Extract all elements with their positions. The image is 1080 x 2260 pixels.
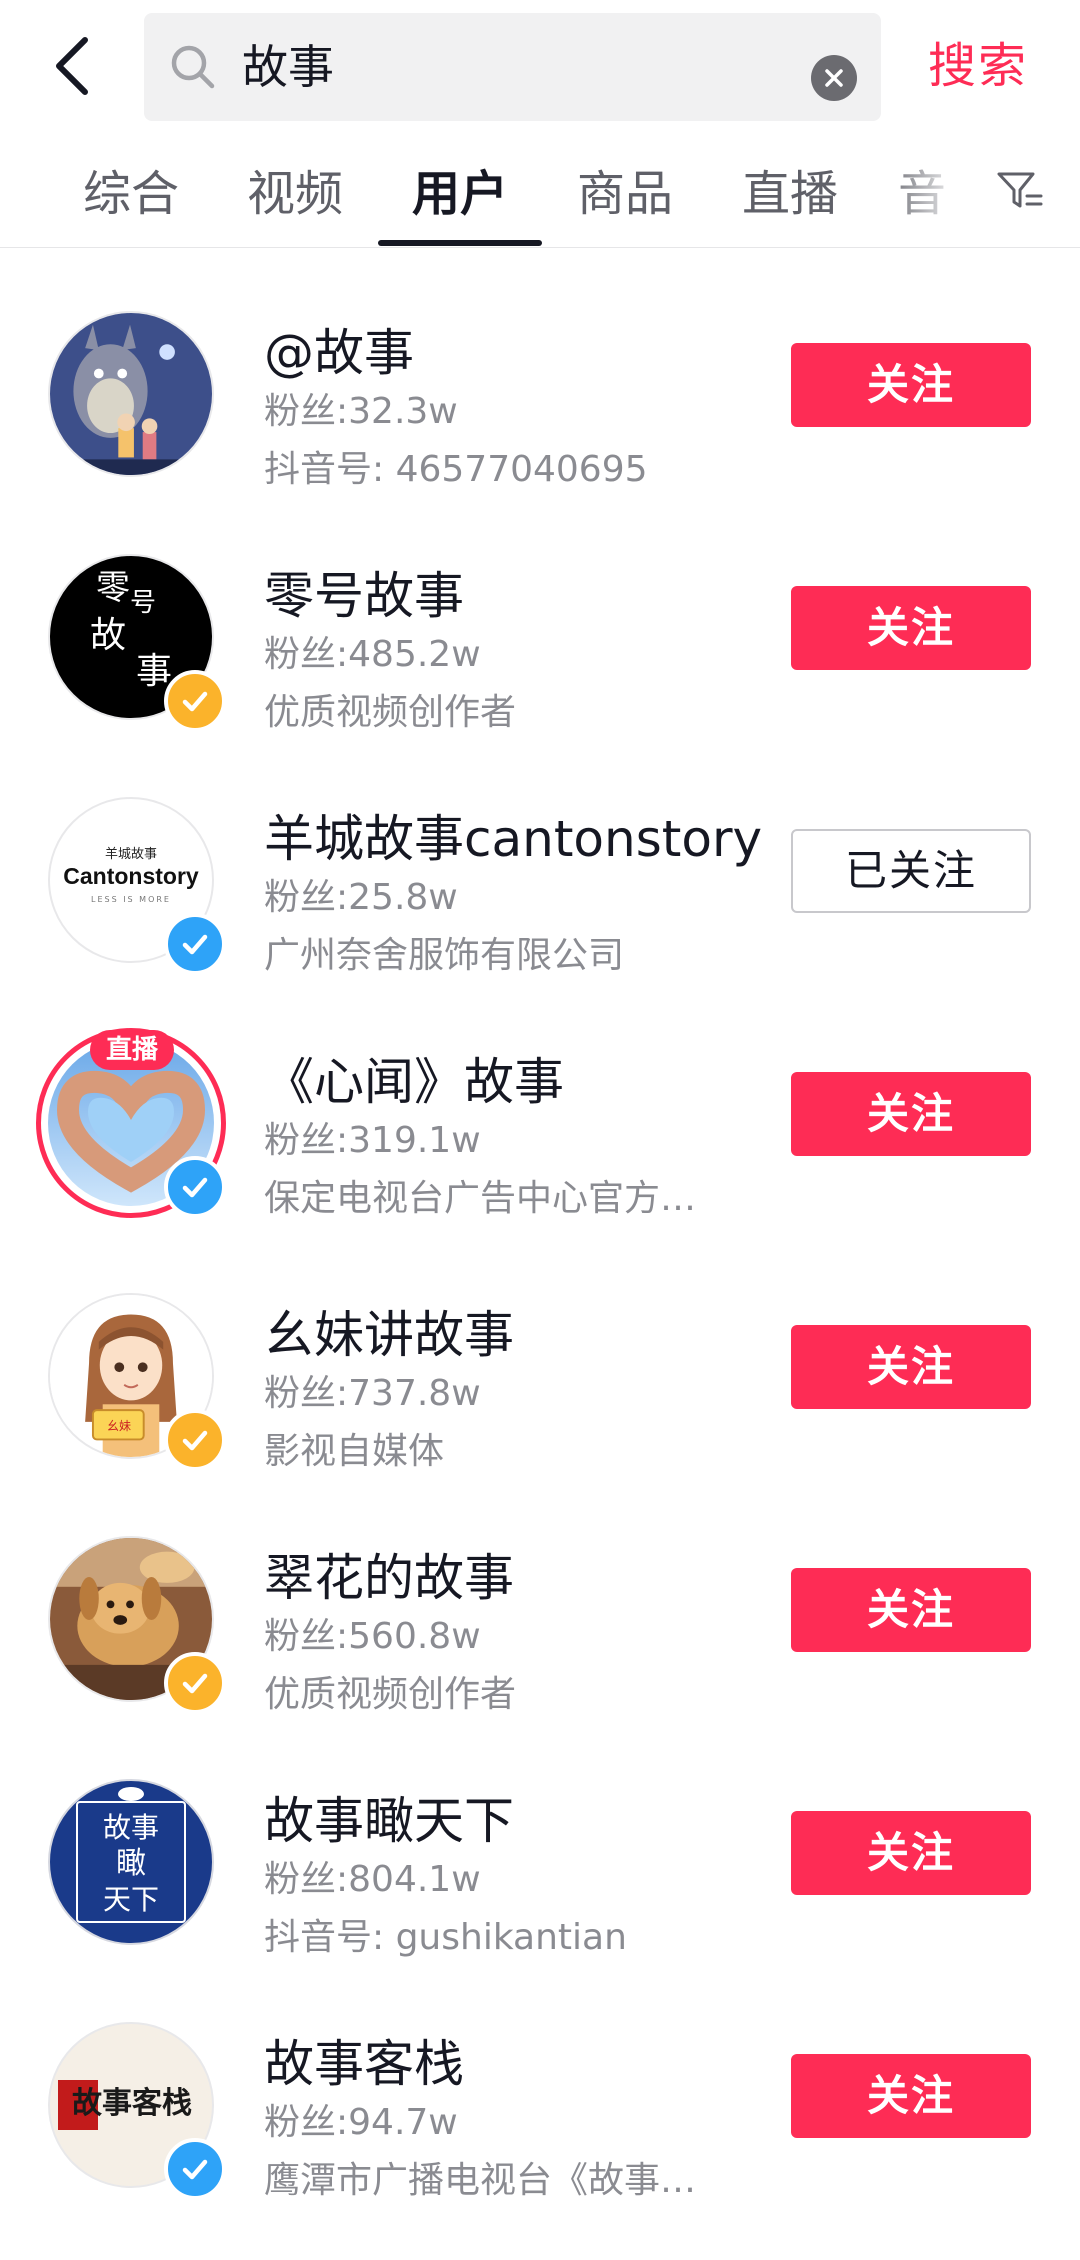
user-row[interactable]: 羊城故事 Cantonstory LESS IS MORE 羊城故事canton… (0, 771, 1080, 1014)
avatar-container[interactable]: 故事 瞰 天下 (48, 1779, 214, 1945)
tab-video[interactable]: 视频 (240, 140, 350, 248)
user-description: 保定电视台广告中心官方… (264, 1178, 697, 1219)
avatar-container[interactable] (48, 1536, 226, 1714)
user-description: 优质视频创作者 (264, 1674, 517, 1715)
user-row[interactable]: 零号 故 事 零号故事 粉丝:485.2w 优质视频创作者 关注 (0, 528, 1080, 771)
user-name: 翠花的故事 (264, 1549, 514, 1607)
user-row[interactable]: 故事客栈 故事客栈 粉丝:94.7w 鹰潭市广播电视台《故事… 关注 (0, 1996, 1080, 2239)
user-description: 鹰潭市广播电视台《故事… (264, 2160, 697, 2201)
verified-badge (164, 913, 226, 975)
check-icon (182, 1673, 208, 1694)
avatar-text: LESS IS MORE (90, 895, 171, 904)
live-badge: 直播 (90, 1030, 174, 1070)
user-name: 羊城故事cantonstory (264, 810, 763, 868)
follow-button[interactable]: 关注 (791, 343, 1031, 427)
user-description: 抖音号: 46577040695 (264, 449, 648, 490)
tab-live[interactable]: 直播 (735, 140, 845, 248)
avatar-container[interactable]: 零号 故 事 (48, 554, 226, 732)
avatar-container[interactable]: 直播 (36, 1028, 226, 1218)
fans-count: 粉丝:560.8w (264, 1616, 481, 1657)
follow-button[interactable]: 关注 (791, 1325, 1031, 1409)
totoro-avatar-image (50, 313, 212, 475)
user-name: 《心闻》故事 (264, 1053, 564, 1111)
follow-button[interactable]: 关注 (791, 2054, 1031, 2138)
avatar-container[interactable]: 羊城故事 Cantonstory LESS IS MORE (48, 797, 226, 975)
follow-button[interactable]: 关注 (791, 1568, 1031, 1652)
active-tab-indicator (378, 240, 542, 246)
user-name: 故事客栈 (264, 2035, 464, 2093)
user-description: 抖音号: gushikantian (264, 1917, 627, 1958)
follow-button[interactable]: 关注 (791, 1072, 1031, 1156)
check-icon (182, 1177, 208, 1198)
verified-badge (164, 2138, 226, 2200)
search-header: 故事 搜索 (0, 0, 1080, 135)
fans-count: 粉丝:804.1w (264, 1859, 481, 1900)
clear-icon (825, 69, 843, 87)
avatar-text: 天下 (102, 1883, 159, 1916)
chevron-left-icon (56, 37, 88, 95)
search-input[interactable]: 故事 (242, 13, 334, 121)
avatar-text: 故事 (102, 1811, 159, 1844)
avatar-text: 瞰 (116, 1846, 146, 1881)
avatar-text: 幺妹 (106, 1419, 131, 1433)
avatar-text: 零 (96, 568, 130, 608)
follow-button[interactable]: 关注 (791, 586, 1031, 670)
user-description: 广州奈舍服饰有限公司 (264, 935, 625, 976)
search-box[interactable]: 故事 (144, 13, 881, 121)
tab-comprehensive[interactable]: 综合 (76, 140, 186, 248)
verified-badge (164, 1652, 226, 1714)
avatar-container[interactable]: 故事客栈 (48, 2022, 226, 2200)
fans-count: 粉丝:94.7w (264, 2102, 458, 2143)
avatar-text: 号 (130, 588, 157, 618)
avatar-text: 故事客栈 (72, 2086, 192, 2121)
avatar-container[interactable]: 幺妹 (48, 1293, 226, 1471)
user-name: 故事瞰天下 (264, 1792, 514, 1850)
check-icon (182, 691, 208, 712)
tab-users[interactable]: 用户 (405, 140, 515, 248)
user-description: 影视自媒体 (264, 1431, 445, 1472)
avatar-text: 羊城故事 (104, 847, 157, 862)
search-button[interactable]: 搜索 (928, 28, 1028, 104)
avatar-text: Cantonstory (63, 863, 199, 889)
avatar: 故事 瞰 天下 (48, 1779, 214, 1945)
check-icon (182, 1430, 208, 1451)
user-name: @故事 (264, 324, 414, 382)
tab-goods[interactable]: 商品 (570, 140, 680, 248)
following-button[interactable]: 已关注 (791, 829, 1031, 913)
user-name: 零号故事 (264, 567, 464, 625)
verified-badge (164, 1409, 226, 1471)
search-icon (171, 45, 215, 89)
user-description: 优质视频创作者 (264, 692, 517, 733)
verified-badge (164, 1156, 226, 1218)
check-icon (182, 934, 208, 955)
avatar-text: 故 (90, 615, 127, 656)
fans-count: 粉丝:25.8w (264, 877, 458, 918)
clear-search-button[interactable] (811, 55, 857, 101)
fans-count: 粉丝:319.1w (264, 1120, 481, 1161)
check-icon (182, 2159, 208, 2180)
user-row[interactable]: 翠花的故事 粉丝:560.8w 优质视频创作者 关注 (0, 1510, 1080, 1753)
user-row[interactable]: 幺妹 幺妹讲故事 粉丝:737.8w 影视自媒体 关注 (0, 1267, 1080, 1510)
tab-fade-overlay (880, 140, 1000, 246)
avatar (48, 311, 214, 477)
back-button[interactable] (38, 28, 108, 104)
user-row[interactable]: 直播 《心闻》故事 粉丝:319.1w 保定电视台广告中心官方… 关注 (0, 1014, 1080, 1257)
filter-icon[interactable] (995, 166, 1045, 216)
fans-count: 粉丝:485.2w (264, 634, 481, 675)
fans-count: 粉丝:737.8w (264, 1373, 481, 1414)
user-row[interactable]: @故事 粉丝:32.3w 抖音号: 46577040695 关注 (0, 285, 1080, 528)
user-row[interactable]: 故事 瞰 天下 故事瞰天下 粉丝:804.1w 抖音号: gushikantia… (0, 1753, 1080, 1996)
fans-count: 粉丝:32.3w (264, 391, 458, 432)
user-name: 幺妹讲故事 (264, 1306, 514, 1364)
verified-badge (164, 670, 226, 732)
avatar-container[interactable] (48, 311, 214, 477)
follow-button[interactable]: 关注 (791, 1811, 1031, 1895)
